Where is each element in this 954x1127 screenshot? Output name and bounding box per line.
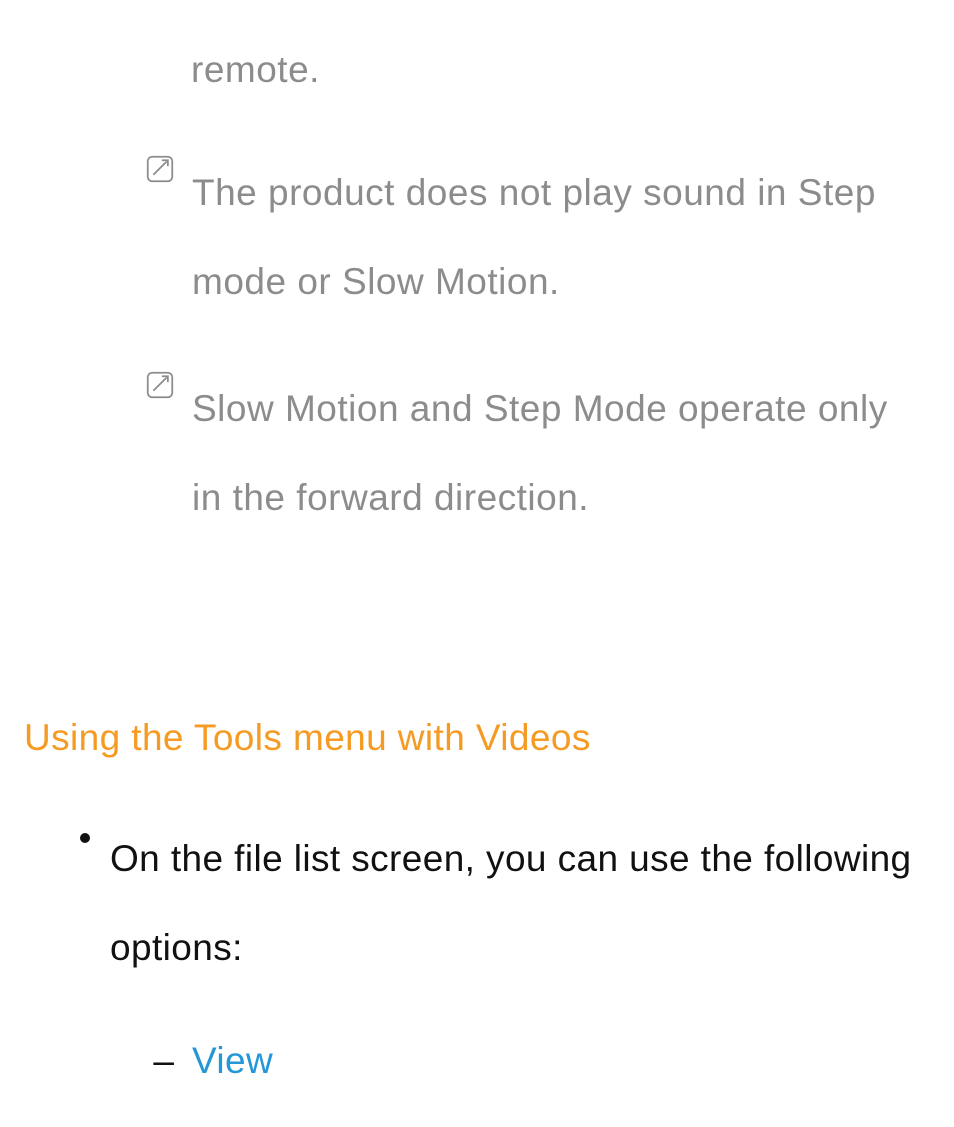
bullet-dot-icon [80,833,90,843]
note-text: The product does not play sound in Step … [192,149,926,327]
note-item: The product does not play sound in Step … [28,149,926,327]
section-heading: Using the Tools menu with Videos [24,717,926,759]
dash-icon: – [153,1035,174,1087]
fragment-text-remote: remote. [191,40,926,99]
sub-item-view: View [192,1035,273,1087]
bullet-text: On the file list screen, you can use the… [110,815,926,993]
note-text: Slow Motion and Step Mode operate only i… [192,365,926,543]
note-icon [146,371,174,399]
document-page: remote. The product does not play sound … [0,0,954,1127]
note-icon [146,155,174,183]
bullet-item: On the file list screen, you can use the… [28,815,926,993]
note-item: Slow Motion and Step Mode operate only i… [28,365,926,543]
sub-list-item: – View [28,1035,926,1087]
